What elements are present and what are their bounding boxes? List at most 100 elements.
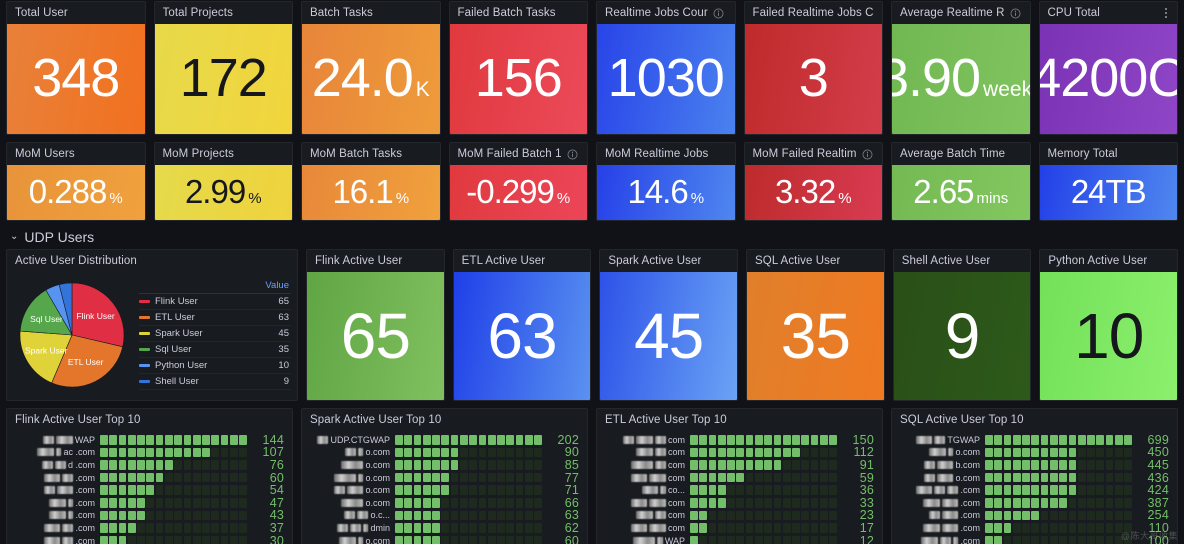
gauge-cell xyxy=(404,485,412,495)
bargauge-panel-sql-active-user-top-10[interactable]: SQL Active User Top 10 TGWAP 699 o.com 450 b.… xyxy=(891,408,1178,544)
stat-panel-failed-realtime-jobs-co[interactable]: Failed Realtime Jobs Co 3 xyxy=(744,1,884,135)
stat-panel-failed-batch-tasks[interactable]: Failed Batch Tasks 156 xyxy=(449,1,589,135)
stat-panel-spark-active-user[interactable]: Spark Active User 45 xyxy=(599,249,738,401)
bargauge-bar xyxy=(985,473,1132,483)
legend-item[interactable]: Sql User 35 xyxy=(139,342,291,358)
bargauge-row[interactable]: .com 424 xyxy=(896,484,1169,496)
bargauge-row[interactable]: TGWAP 699 xyxy=(896,434,1169,446)
bargauge-row[interactable]: o.com 60 xyxy=(306,535,579,544)
panel-header: Python Active User xyxy=(1040,250,1177,272)
stat-panel-sql-active-user[interactable]: SQL Active User 35 xyxy=(746,249,885,401)
stat-panel-mom-realtime-jobs[interactable]: MoM Realtime Jobs 14.6% xyxy=(596,142,736,221)
bargauge-row[interactable]: .com 387 xyxy=(896,497,1169,509)
stat-panel-memory-total[interactable]: Memory Total 24TB xyxy=(1039,142,1179,221)
bargauge-row[interactable]: .com 60 xyxy=(11,472,284,484)
legend-item[interactable]: Shell User 9 xyxy=(139,374,291,390)
info-icon[interactable] xyxy=(1010,8,1021,19)
bargauge-row[interactable]: o.com 77 xyxy=(306,472,579,484)
stat-panel-flink-active-user[interactable]: Flink Active User 65 xyxy=(306,249,445,401)
bargauge-row[interactable]: com 59 xyxy=(601,472,874,484)
stat-panel-mom-batch-tasks[interactable]: MoM Batch Tasks 16.1% xyxy=(301,142,441,221)
bargauge-row[interactable]: o.com 85 xyxy=(306,459,579,471)
bargauge-row[interactable]: .com 30 xyxy=(11,535,284,544)
bargauge-row[interactable]: ac .com 107 xyxy=(11,447,284,459)
panel-active-user-distribution[interactable]: Active User Distribution Flink User ETL U… xyxy=(6,249,298,401)
stat-panel-realtime-jobs-cour[interactable]: Realtime Jobs Cour 1030 xyxy=(596,1,736,135)
gauge-cell xyxy=(534,473,542,483)
bargauge-row[interactable]: UDP.CTGWAP 202 xyxy=(306,434,579,446)
stat-panel-total-user[interactable]: Total User 348 xyxy=(6,1,146,135)
bargauge-row[interactable]: d .com 76 xyxy=(11,459,284,471)
bargauge-row[interactable]: b.com 445 xyxy=(896,459,1169,471)
stat-panel-average-realtime-r[interactable]: Average Realtime R 3.90weeks xyxy=(891,1,1031,135)
stat-panel-average-batch-time[interactable]: Average Batch Time 2.65 mins xyxy=(891,142,1031,221)
chevron-down-icon[interactable]: ⌄ xyxy=(10,232,18,242)
info-icon[interactable] xyxy=(713,8,724,19)
bargauge-row[interactable]: dmin 62 xyxy=(306,522,579,534)
bargauge-row[interactable]: .com 47 xyxy=(11,497,284,509)
stat-panel-shell-active-user[interactable]: Shell Active User 9 xyxy=(893,249,1032,401)
gauge-cell xyxy=(783,473,791,483)
gauge-cell xyxy=(165,523,173,533)
stat-panel-etl-active-user[interactable]: ETL Active User 63 xyxy=(453,249,592,401)
bargauge-row[interactable]: o.com 90 xyxy=(306,447,579,459)
gauge-cell xyxy=(516,536,524,544)
bargauge-row[interactable]: o.com 71 xyxy=(306,484,579,496)
legend-item[interactable]: ETL User 63 xyxy=(139,310,291,326)
bargauge-panel-spark-active-user-top-10[interactable]: Spark Active User Top 10 UDP.CTGWAP 202 o.c… xyxy=(301,408,588,544)
bargauge-panel-etl-active-user-top-10[interactable]: ETL Active User Top 10 com 150 com 112 com 91 c… xyxy=(596,408,883,544)
bargauge-row[interactable]: .com 43 xyxy=(11,510,284,522)
bargauge-row[interactable]: com 91 xyxy=(601,459,874,471)
panel-menu-icon[interactable] xyxy=(1160,6,1172,20)
panel-header: Average Realtime R xyxy=(892,2,1030,24)
stat-panel-mom-projects[interactable]: MoM Projects 2.99% xyxy=(154,142,294,221)
info-icon[interactable] xyxy=(862,149,873,160)
top10-row: Flink Active User Top 10 WAP 144 ac .com 107… xyxy=(6,408,1178,544)
gauge-cell xyxy=(1059,448,1067,458)
bargauge-row[interactable]: com 33 xyxy=(601,497,874,509)
bargauge-row[interactable]: com 112 xyxy=(601,447,874,459)
gauge-cell xyxy=(184,473,192,483)
bargauge-row[interactable]: com 17 xyxy=(601,522,874,534)
stat-panel-batch-tasks[interactable]: Batch Tasks 24.0 K xyxy=(301,1,441,135)
stat-panel-python-active-user[interactable]: Python Active User 10 xyxy=(1039,249,1178,401)
bargauge-row[interactable]: o.c... 63 xyxy=(306,510,579,522)
gauge-cell xyxy=(156,511,164,521)
pie-slice-label: Spark User xyxy=(25,346,68,356)
bargauge-row[interactable]: .com 37 xyxy=(11,522,284,534)
gauge-cell xyxy=(718,523,726,533)
bargauge-row[interactable]: o.com 450 xyxy=(896,447,1169,459)
active-user-row: Active User Distribution Flink User ETL U… xyxy=(6,249,1178,401)
gauge-cell xyxy=(479,498,487,508)
bargauge-row[interactable]: WAP 12 xyxy=(601,535,874,544)
bargauge-label: .com xyxy=(896,498,980,508)
gauge-cell xyxy=(423,498,431,508)
row-section-udp-users[interactable]: ⌄ UDP Users xyxy=(6,225,1178,249)
bargauge-row[interactable]: com 150 xyxy=(601,434,874,446)
bargauge-label: co... xyxy=(601,485,685,495)
bargauge-row[interactable]: .com 54 xyxy=(11,484,284,496)
bargauge-row[interactable]: co... 36 xyxy=(601,484,874,496)
bargauge-row[interactable]: com 23 xyxy=(601,510,874,522)
gauge-cell xyxy=(774,473,782,483)
stat-panel-mom-users[interactable]: MoM Users 0.288% xyxy=(6,142,146,221)
legend-label: Spark User xyxy=(155,328,273,339)
gauge-cell xyxy=(497,511,505,521)
stat-panel-mom-failed-realtim[interactable]: MoM Failed Realtim 3.32% xyxy=(744,142,884,221)
gauge-cell xyxy=(479,485,487,495)
info-icon[interactable] xyxy=(567,149,578,160)
legend-item[interactable]: Spark User 45 xyxy=(139,326,291,342)
bargauge-row[interactable]: o.com 66 xyxy=(306,497,579,509)
bargauge-row[interactable]: WAP 144 xyxy=(11,434,284,446)
bargauge-row[interactable]: .com 254 xyxy=(896,510,1169,522)
stat-value: 3.90 xyxy=(892,54,980,104)
stat-panel-total-projects[interactable]: Total Projects 172 xyxy=(154,1,294,135)
stat-panel-mom-failed-batch-1[interactable]: MoM Failed Batch 1 -0.299% xyxy=(449,142,589,221)
stat-row-totals: Total User 348 Total Projects 172 Batch Task… xyxy=(6,0,1178,135)
bargauge-panel-flink-active-user-top-10[interactable]: Flink Active User Top 10 WAP 144 ac .com 107… xyxy=(6,408,293,544)
bargauge-row[interactable]: o.com 436 xyxy=(896,472,1169,484)
stat-panel-cpu-total[interactable]: CPU Total 4200C xyxy=(1039,1,1179,135)
gauge-cell xyxy=(202,473,210,483)
legend-item[interactable]: Flink User 65 xyxy=(139,294,291,310)
legend-item[interactable]: Python User 10 xyxy=(139,358,291,374)
